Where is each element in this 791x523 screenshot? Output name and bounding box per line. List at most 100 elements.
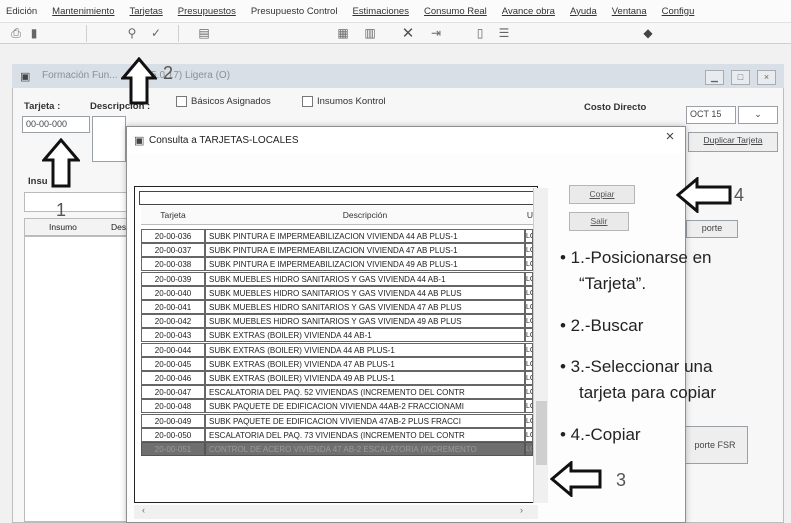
table-row[interactable]: 20-00-040 SUBK MUEBLES HIDRO SANITARIOS Y… — [141, 285, 533, 300]
document-icon[interactable]: ▮ — [26, 26, 42, 41]
menu-item[interactable]: Presupuestos — [178, 6, 236, 17]
list-icon[interactable]: ☰ — [496, 26, 512, 41]
table-row[interactable]: 20-00-051 CONTROL DE ACERO VIVIENDA 47 AB… — [141, 442, 533, 456]
col-tarjeta: Tarjeta — [141, 206, 205, 225]
step-number-1: 1 — [56, 200, 67, 220]
table-row[interactable]: 20-00-050 ESCALATORIA DEL PAQ. 73 VIVIEND… — [141, 427, 533, 442]
tarjeta-cell: 20-00-041 — [141, 300, 205, 314]
step-number-4: 4 — [734, 185, 745, 205]
insumos-grid-header: Insumo Des — [24, 218, 128, 236]
reporte-fsr-button[interactable]: porte FSR — [682, 426, 748, 464]
table-row[interactable]: 20-00-049 SUBK PAQUETE DE EDIFICACION VIV… — [141, 413, 533, 428]
menu-item[interactable]: Consumo Real — [424, 6, 487, 17]
table-icon[interactable]: ▥ — [362, 26, 378, 41]
menu-item[interactable]: Avance obra — [502, 6, 555, 17]
menu-item[interactable]: Ventana — [612, 6, 647, 17]
close-window-button[interactable]: × — [757, 70, 776, 85]
salir-button[interactable]: Salir — [569, 212, 629, 231]
table-row[interactable]: 20-00-047 ESCALATORIA DEL PAQ. 52 VIVIEND… — [141, 385, 533, 400]
menu-item[interactable]: Ayuda — [570, 6, 597, 17]
trash-icon[interactable]: ▯ — [472, 26, 488, 41]
unit-cell: LO — [525, 399, 533, 414]
tarjeta-cell: 20-00-051 — [141, 442, 205, 456]
copiar-button[interactable]: Copiar — [569, 185, 635, 204]
minimize-button[interactable]: ▁ — [705, 70, 724, 85]
vertical-scrollbar[interactable] — [533, 188, 548, 503]
step-3-line-1: • 3.-Seleccionar una — [560, 357, 713, 376]
tarjeta-cell: 20-00-042 — [141, 314, 205, 329]
descripcion-cell: SUBK PAQUETE DE EDIFICACION VIVIENDA 47A… — [205, 413, 525, 428]
arrow-left-icon — [676, 177, 732, 213]
reporte-button[interactable]: porte — [686, 220, 738, 238]
descripcion-cell: SUBK MUEBLES HIDRO SANITARIOS Y GAS VIVI… — [205, 314, 525, 329]
tarjeta-cell: 20-00-047 — [141, 385, 205, 400]
chevron-down-icon[interactable]: ⌄ — [738, 106, 778, 124]
horizontal-scrollbar[interactable]: ‹ › — [134, 505, 538, 519]
pointer-icon[interactable]: ◆ — [640, 26, 656, 41]
descripcion-cell: SUBK EXTRAS (BOILER) VIVIENDA 47 AB PLUS… — [205, 356, 525, 371]
table-row[interactable]: 20-00-046 SUBK EXTRAS (BOILER) VIVIENDA 4… — [141, 371, 533, 385]
descripcion-cell: SUBK PINTURA E IMPERMEABILIZACION VIVIEN… — [205, 243, 525, 258]
descripcion-cell: ESCALATORIA DEL PAQ. 73 VIVIENDAS (INCRE… — [205, 427, 525, 442]
delete-icon[interactable]: ✕ — [400, 26, 416, 41]
tarjeta-cell: 20-00-040 — [141, 285, 205, 300]
basicos-checkbox[interactable] — [176, 96, 187, 107]
print-icon[interactable]: ⎙ — [8, 26, 24, 41]
unit-cell: LO — [525, 243, 533, 258]
step-4: • 4.-Copiar — [560, 425, 641, 444]
unit-cell: LO — [525, 285, 533, 300]
unit-cell: LO — [525, 300, 533, 314]
descripcion-cell: SUBK MUEBLES HIDRO SANITARIOS Y GAS VIVI… — [205, 300, 525, 314]
step-1-line-1: • 1.-Posicionarse en — [560, 248, 712, 267]
insumos-grid[interactable] — [24, 236, 128, 522]
menu-item[interactable]: Edición — [6, 6, 37, 17]
tarjeta-cell: 20-00-050 — [141, 427, 205, 442]
scroll-right-icon[interactable]: › — [520, 505, 523, 515]
step-2: • 2.-Buscar — [560, 316, 644, 335]
table-row[interactable]: 20-00-042 SUBK MUEBLES HIDRO SANITARIOS Y… — [141, 314, 533, 329]
find-icon[interactable]: ⚲ — [124, 26, 140, 41]
table-row[interactable]: 20-00-044 SUBK EXTRAS (BOILER) VIVIENDA 4… — [141, 342, 533, 357]
menu-item[interactable]: Estimaciones — [352, 6, 409, 17]
insumos-kontrol-label: Insumos Kontrol — [317, 96, 386, 107]
period-select[interactable]: OCT 15 — [686, 106, 736, 124]
menu-item[interactable]: Configu — [662, 6, 695, 17]
dialog-close-button[interactable]: × — [660, 128, 680, 148]
unit-cell: LO — [525, 328, 533, 343]
menu-item[interactable]: Mantenimiento — [52, 6, 114, 17]
tarjeta-field[interactable]: 00-00-000 — [22, 116, 90, 133]
table-row[interactable]: 20-00-043 SUBK EXTRAS (BOILER) VIVIENDA 4… — [141, 328, 533, 343]
insumos-kontrol-checkbox[interactable] — [302, 96, 313, 107]
costo-directo-label: Costo Directo — [584, 102, 647, 113]
descripcion-cell: SUBK PINTURA E IMPERMEABILIZACION VIVIEN… — [205, 257, 525, 272]
maximize-button[interactable]: □ — [731, 70, 750, 85]
scroll-left-icon[interactable]: ‹ — [142, 505, 145, 515]
insumo-search[interactable] — [24, 192, 128, 212]
table-row[interactable]: 20-00-037 SUBK PINTURA E IMPERMEABILIZACI… — [141, 243, 533, 258]
menu-item[interactable]: Tarjetas — [129, 6, 162, 17]
insumo-col: Insumo — [49, 222, 77, 232]
descripcion-cell: SUBK EXTRAS (BOILER) VIVIENDA 44 AB PLUS… — [205, 342, 525, 357]
menu-item[interactable]: Presupuesto Control — [251, 6, 338, 17]
check-icon[interactable]: ✓ — [148, 26, 164, 41]
unit-cell: LO — [525, 257, 533, 272]
duplicar-tarjeta-button[interactable]: Duplicar Tarjeta — [688, 132, 778, 152]
table-row[interactable]: 20-00-039 SUBK MUEBLES HIDRO SANITARIOS Y… — [141, 271, 533, 286]
go-to-icon[interactable]: ⇥ — [428, 26, 444, 41]
save-icon[interactable]: ▤ — [196, 26, 212, 41]
scrollbar-thumb[interactable] — [536, 401, 547, 465]
tarjeta-cell: 20-00-038 — [141, 257, 205, 272]
arrow-left-icon — [550, 461, 602, 497]
descripcion-cell: SUBK PINTURA E IMPERMEABILIZACION VIVIEN… — [205, 229, 525, 243]
table-row[interactable]: 20-00-048 SUBK PAQUETE DE EDIFICACION VIV… — [141, 399, 533, 414]
grid-icon[interactable]: ▦ — [335, 26, 351, 41]
table-row[interactable]: 20-00-038 SUBK PINTURA E IMPERMEABILIZACI… — [141, 257, 533, 272]
table-row[interactable]: 20-00-036 SUBK PINTURA E IMPERMEABILIZACI… — [141, 229, 533, 243]
table-row[interactable]: 20-00-045 SUBK EXTRAS (BOILER) VIVIENDA 4… — [141, 356, 533, 371]
unit-cell: LO — [525, 427, 533, 442]
descripcion-field[interactable] — [92, 116, 126, 162]
dialog-title: ▣ Consulta a TARJETAS-LOCALES — [127, 127, 685, 153]
table-row[interactable]: 20-00-041 SUBK MUEBLES HIDRO SANITARIOS Y… — [141, 300, 533, 314]
grid-filter-row[interactable] — [139, 191, 534, 205]
unit-cell: LO — [525, 371, 533, 385]
